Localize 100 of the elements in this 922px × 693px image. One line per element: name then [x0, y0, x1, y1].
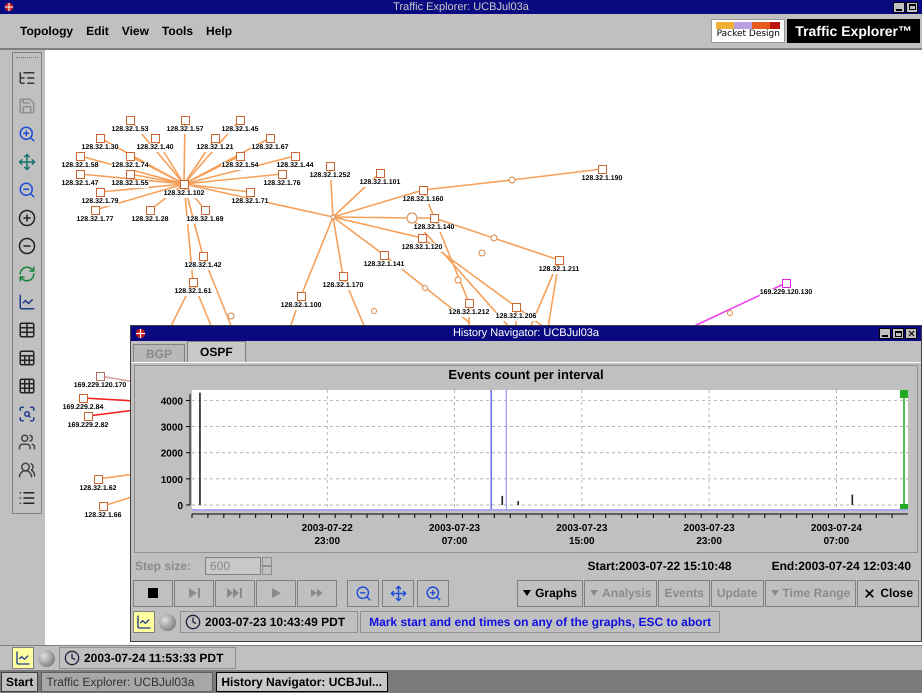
- router-node[interactable]: [326, 162, 334, 170]
- axis-label: 2000: [160, 448, 183, 460]
- router-node[interactable]: [198, 252, 208, 260]
- plus-circle-icon: [18, 208, 36, 226]
- save-icon: [18, 96, 36, 114]
- time-display: 2003-07-24 11:53:33 PDT: [84, 650, 224, 667]
- router-node[interactable]: [126, 116, 134, 124]
- minus-circle-icon: [18, 236, 36, 254]
- minimize-button[interactable]: [879, 328, 891, 339]
- zoom-button[interactable]: [417, 580, 449, 606]
- router-node[interactable]: [782, 278, 790, 288]
- move-arrows-icon: [18, 152, 36, 170]
- router-node[interactable]: [210, 134, 220, 142]
- graph-mode-toggle[interactable]: [12, 647, 34, 669]
- router-node[interactable]: [430, 214, 438, 222]
- product-name: Traffic Explorer™: [787, 19, 920, 43]
- router-node[interactable]: [296, 292, 306, 300]
- status-message: Mark start and end times on any of the graphs, ESC to abort: [360, 611, 720, 633]
- taskbar-item[interactable]: Traffic Explorer: UCBJul03a: [41, 672, 214, 692]
- range-end-marker[interactable]: [900, 390, 908, 510]
- router-node[interactable]: [236, 152, 244, 160]
- junction-node[interactable]: [490, 234, 498, 242]
- router-node[interactable]: [598, 164, 606, 174]
- router-node[interactable]: [236, 116, 244, 124]
- router-node[interactable]: [98, 502, 108, 510]
- clock-icon: [64, 650, 80, 666]
- junction-node[interactable]: [422, 285, 428, 291]
- tab[interactable]: OSPF: [187, 341, 246, 362]
- axis-label: 4000: [160, 396, 183, 408]
- junction-node[interactable]: [371, 308, 377, 314]
- router-node[interactable]: [512, 302, 520, 312]
- axis-label: 3000: [160, 422, 183, 434]
- axis-label: 2003-07-23 23:00: [684, 523, 735, 547]
- junction-node[interactable]: [508, 176, 516, 184]
- app-icon: [4, 2, 14, 12]
- caret-icon: [590, 590, 598, 596]
- caret-icon: [523, 590, 532, 596]
- people-icon: [18, 460, 36, 478]
- toolbar-button[interactable]: [16, 432, 38, 451]
- menu-item[interactable]: View: [122, 22, 149, 40]
- toolbar-button[interactable]: [16, 460, 38, 479]
- junction-node[interactable]: [454, 276, 462, 284]
- router-node[interactable]: [188, 278, 198, 286]
- logo-stripe: [716, 22, 780, 29]
- line-chart-icon: [136, 614, 152, 630]
- router-node[interactable]: [96, 188, 104, 196]
- taskbar-item[interactable]: History Navigator: UCBJul...: [216, 672, 388, 692]
- move-arrows-icon: [390, 584, 406, 602]
- router-node[interactable]: [126, 152, 134, 160]
- menu-item[interactable]: Help: [206, 22, 232, 40]
- router-node[interactable]: [266, 134, 274, 142]
- action-button[interactable]: Graphs: [517, 580, 584, 606]
- router-node[interactable]: [150, 134, 160, 142]
- junction-node[interactable]: [406, 212, 418, 224]
- router-node[interactable]: [78, 394, 88, 402]
- router-node[interactable]: [146, 206, 154, 214]
- menu-item[interactable]: Tools: [162, 22, 194, 40]
- menu-item[interactable]: Edit: [86, 22, 109, 40]
- router-node[interactable]: [246, 188, 254, 196]
- toolbar-button[interactable]: [16, 208, 38, 227]
- router-node[interactable]: [338, 272, 348, 280]
- maximize-button[interactable]: [906, 2, 918, 12]
- minimize-button[interactable]: [893, 2, 905, 12]
- router-node[interactable]: [76, 152, 84, 160]
- close-icon: [906, 329, 916, 338]
- time-cursor[interactable]: [490, 390, 492, 510]
- router-node[interactable]: [96, 134, 104, 142]
- close-button[interactable]: [905, 328, 917, 339]
- router-node[interactable]: [290, 152, 300, 160]
- router-node[interactable]: [94, 474, 102, 484]
- router-node[interactable]: [554, 256, 564, 264]
- router-node[interactable]: [376, 168, 384, 178]
- router-node[interactable]: [380, 250, 388, 260]
- line-chart-icon: [15, 650, 31, 666]
- router-node[interactable]: [464, 298, 474, 308]
- axis-label: 0: [177, 501, 183, 512]
- zoom-button[interactable]: [347, 580, 379, 606]
- axis-label: 2003-07-24 07:00: [810, 523, 862, 547]
- router-node[interactable]: [418, 234, 426, 242]
- junction-node[interactable]: [727, 310, 733, 316]
- junction-node[interactable]: [478, 250, 486, 256]
- menu-item[interactable]: Topology: [20, 22, 74, 40]
- start-button[interactable]: Start: [1, 672, 38, 692]
- router-node[interactable]: [418, 186, 428, 194]
- playback-button[interactable]: [133, 580, 173, 606]
- router-node[interactable]: [96, 372, 104, 380]
- router-node[interactable]: [180, 116, 190, 124]
- router-node[interactable]: [200, 206, 210, 214]
- graph-mode-toggle[interactable]: [133, 611, 155, 633]
- zoom-button[interactable]: [382, 580, 414, 606]
- app-icon: [135, 328, 146, 339]
- toolbar-button[interactable]: [16, 236, 38, 255]
- maximize-button[interactable]: [892, 328, 904, 339]
- skip-forward-icon: [227, 585, 243, 601]
- time-display: 2003-07-23 10:43:49 PDT: [205, 614, 346, 631]
- scan-search-icon: [18, 404, 36, 422]
- caret-icon: [770, 590, 778, 596]
- junction-node[interactable]: [228, 312, 234, 320]
- action-button[interactable]: Close: [857, 580, 919, 606]
- junction-node[interactable]: [330, 214, 336, 220]
